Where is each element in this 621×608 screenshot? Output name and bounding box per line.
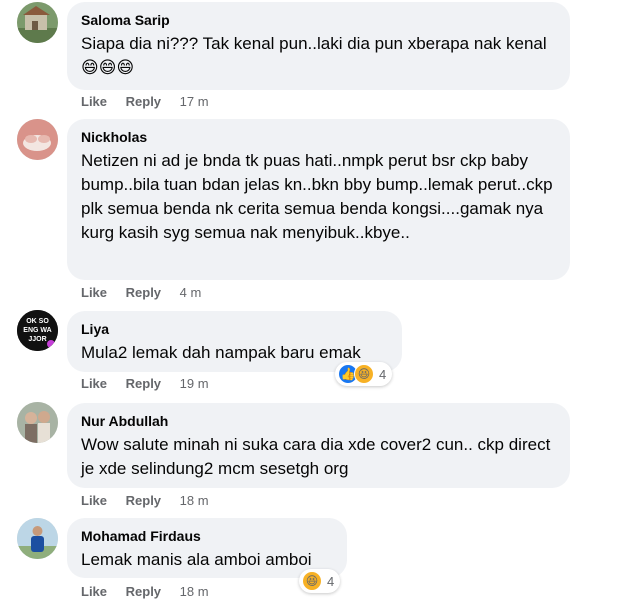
comment-text: Wow salute minah ni suka cara dia xde co… — [81, 435, 551, 478]
comment-author[interactable]: Mohamad Firdaus — [81, 527, 333, 545]
profile-photo-green-building-icon — [17, 2, 58, 43]
comment-actions: Like Reply 4 m — [81, 285, 201, 301]
avatar[interactable] — [17, 402, 58, 443]
comment-bubble: Nickholas Netizen ni ad je bnda tk puas … — [67, 119, 570, 280]
comment-bubble: Mohamad Firdaus Lemak manis ala amboi am… — [67, 518, 347, 578]
haha-icon: 😆 — [302, 571, 322, 591]
like-button[interactable]: Like — [81, 493, 107, 508]
avatar[interactable] — [17, 2, 58, 43]
reply-button[interactable]: Reply — [126, 376, 161, 391]
comment-author[interactable]: Nur Abdullah — [81, 412, 556, 430]
comment-author[interactable]: Liya — [81, 320, 388, 338]
profile-photo-blue-figure-icon — [17, 518, 58, 559]
reply-button[interactable]: Reply — [126, 493, 161, 508]
reply-button[interactable]: Reply — [126, 94, 161, 109]
profile-photo-text-logo-icon: OK SO ENG WA JJOR — [17, 310, 58, 351]
timestamp[interactable]: 18 m — [180, 584, 209, 599]
svg-text:JJOR: JJOR — [28, 336, 46, 343]
comment-author[interactable]: Nickholas — [81, 128, 556, 146]
profile-photo-people-icon — [17, 402, 58, 443]
timestamp[interactable]: 4 m — [180, 285, 202, 300]
reaction-summary[interactable]: 👍 😆 4 — [335, 362, 393, 386]
reaction-summary[interactable]: 😆 4 — [299, 569, 341, 593]
comment-author[interactable]: Saloma Sarip — [81, 11, 556, 29]
comment-actions: Like Reply 18 m — [81, 493, 209, 509]
svg-text:OK SO: OK SO — [26, 318, 49, 325]
timestamp[interactable]: 19 m — [180, 376, 209, 391]
like-button[interactable]: Like — [81, 285, 107, 300]
profile-photo-red-hands-icon — [17, 119, 58, 160]
like-button[interactable]: Like — [81, 94, 107, 109]
comment-text: Siapa dia ni??? Tak kenal pun..laki dia … — [81, 34, 547, 77]
reply-button[interactable]: Reply — [126, 584, 161, 599]
comment-actions: Like Reply 18 m — [81, 584, 209, 600]
like-button[interactable]: Like — [81, 584, 107, 599]
comment-text: Mula2 lemak dah nampak baru emak — [81, 343, 361, 362]
avatar[interactable] — [17, 119, 58, 160]
comment-bubble: Saloma Sarip Siapa dia ni??? Tak kenal p… — [67, 2, 570, 90]
comment-bubble: Nur Abdullah Wow salute minah ni suka ca… — [67, 403, 570, 488]
avatar[interactable] — [17, 518, 58, 559]
reaction-count: 4 — [379, 366, 387, 382]
reply-button[interactable]: Reply — [126, 285, 161, 300]
svg-text:ENG WA: ENG WA — [23, 327, 51, 334]
timestamp[interactable]: 18 m — [180, 493, 209, 508]
timestamp[interactable]: 17 m — [180, 94, 209, 109]
reaction-count: 4 — [327, 573, 335, 589]
haha-icon: 😆 — [354, 364, 374, 384]
comment-text: Netizen ni ad je bnda tk puas hati..nmpk… — [81, 151, 553, 242]
comment-actions: Like Reply 17 m — [81, 94, 209, 110]
comment-actions: Like Reply 19 m — [81, 376, 209, 392]
comment-text: Lemak manis ala amboi amboi — [81, 550, 312, 569]
avatar[interactable]: OK SO ENG WA JJOR — [17, 310, 58, 351]
like-button[interactable]: Like — [81, 376, 107, 391]
